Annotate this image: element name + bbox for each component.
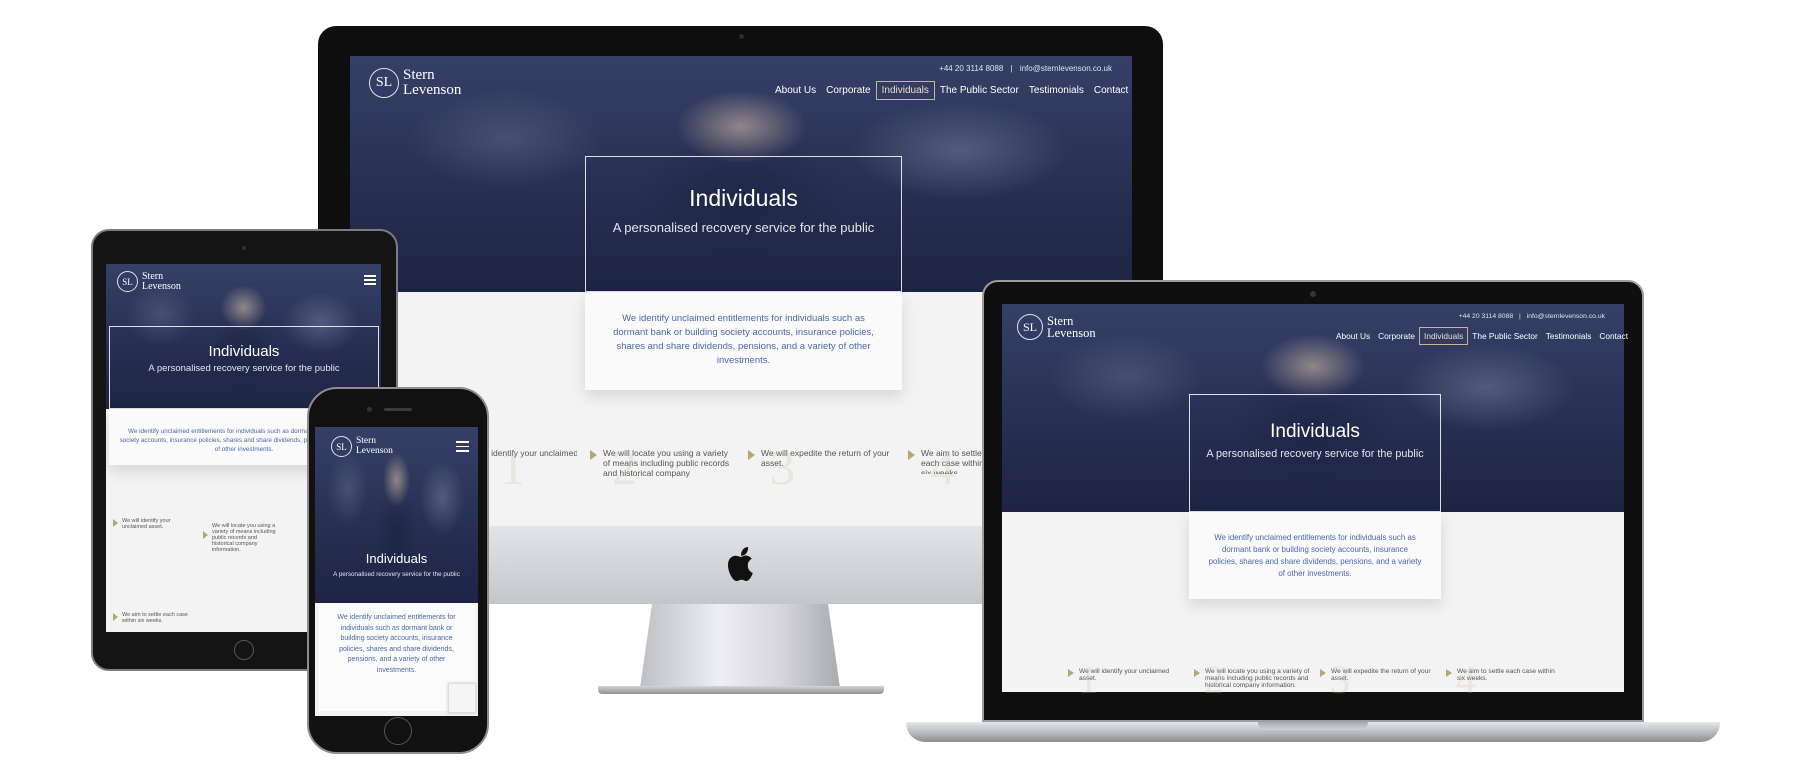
- nav-public-sector[interactable]: The Public Sector: [935, 82, 1024, 99]
- nav-corporate[interactable]: Corporate: [821, 82, 875, 99]
- step-4: We aim to settle each case within six we…: [113, 612, 203, 624]
- macbook-intro-card: We identify unclaimed entitlements for i…: [1189, 512, 1441, 599]
- ipad-camera: [242, 246, 246, 250]
- step-4: 4 We aim to settle each case within six …: [1446, 657, 1566, 702]
- imac-stand-base: [598, 686, 884, 694]
- step-arrow-icon: [748, 450, 755, 460]
- step-3: 3 We will expedite the return of your as…: [748, 439, 908, 498]
- iphone-home-button[interactable]: [384, 717, 412, 745]
- iphone-camera: [367, 407, 372, 412]
- macbook-steps: 1 We will identify your unclaimed asset.…: [1068, 657, 1568, 702]
- macbook-camera: [1310, 291, 1316, 297]
- nav-individuals[interactable]: Individuals: [875, 81, 935, 100]
- ipad-logo[interactable]: SL Stern Levenson: [117, 271, 181, 292]
- macbook-contact-bar: +44 20 3114 8088 | info@sternlevenson.co…: [1458, 313, 1605, 320]
- iphone-subtitle: A personalised recovery service for the …: [333, 571, 460, 578]
- step-arrow-icon: [590, 450, 597, 460]
- macbook-notch: [1258, 722, 1368, 730]
- nav-about[interactable]: About Us: [770, 82, 821, 99]
- step-arrow-icon: [908, 450, 915, 460]
- step-1: 1 We will identify your unclaimed asset.: [1068, 657, 1194, 702]
- step-2: We will locate you using a variety of me…: [203, 523, 293, 553]
- imac-title-box: Individuals A personalised recovery serv…: [585, 156, 902, 292]
- iphone-logo[interactable]: SL Stern Levenson: [331, 436, 393, 457]
- page-subtitle: A personalised recovery service for the …: [612, 220, 875, 235]
- ipad-menu-icon[interactable]: [364, 275, 376, 285]
- step-3: 3 We will expedite the return of your as…: [1320, 657, 1446, 702]
- macbook-title-box: Individuals A personalised recovery serv…: [1189, 394, 1441, 512]
- macbook-nav: About Us Corporate Individuals The Publi…: [1332, 327, 1632, 345]
- ipad-home-button[interactable]: [234, 640, 254, 660]
- step-1: We will identify your unclaimed asset.: [113, 518, 203, 530]
- imac-camera: [739, 34, 744, 39]
- iphone-speaker: [384, 408, 412, 411]
- iphone-title: Individuals: [365, 551, 428, 566]
- apple-logo-icon: [724, 544, 758, 584]
- macbook-logo[interactable]: SL Stern Levenson: [1017, 314, 1096, 340]
- imac-contact-bar: +44 20 3114 8088 | info@sternlevenson.co…: [939, 64, 1112, 73]
- step-2: 2 We will locate you using a variety of …: [1194, 657, 1320, 702]
- recaptcha-badge[interactable]: [448, 683, 476, 713]
- iphone-menu-icon[interactable]: [456, 441, 469, 452]
- imac-stand: [640, 604, 840, 688]
- step-2: 2 We will locate you using a variety of …: [590, 439, 748, 498]
- contact-phone[interactable]: +44 20 3114 8088: [939, 64, 1003, 73]
- logo-wordmark: Stern Levenson: [403, 67, 462, 98]
- nav-contact[interactable]: Contact: [1089, 82, 1133, 99]
- nav-testimonials[interactable]: Testimonials: [1024, 82, 1089, 99]
- imac-intro-card: We identify unclaimed entitlements for i…: [585, 292, 902, 390]
- contact-email[interactable]: info@sternlevenson.co.uk: [1020, 64, 1112, 73]
- imac-logo[interactable]: SL Stern Levenson: [369, 68, 461, 98]
- imac-nav: About Us Corporate Individuals The Publi…: [770, 81, 1133, 100]
- logo-monogram: SL: [369, 68, 399, 98]
- page-title: Individuals: [689, 185, 798, 211]
